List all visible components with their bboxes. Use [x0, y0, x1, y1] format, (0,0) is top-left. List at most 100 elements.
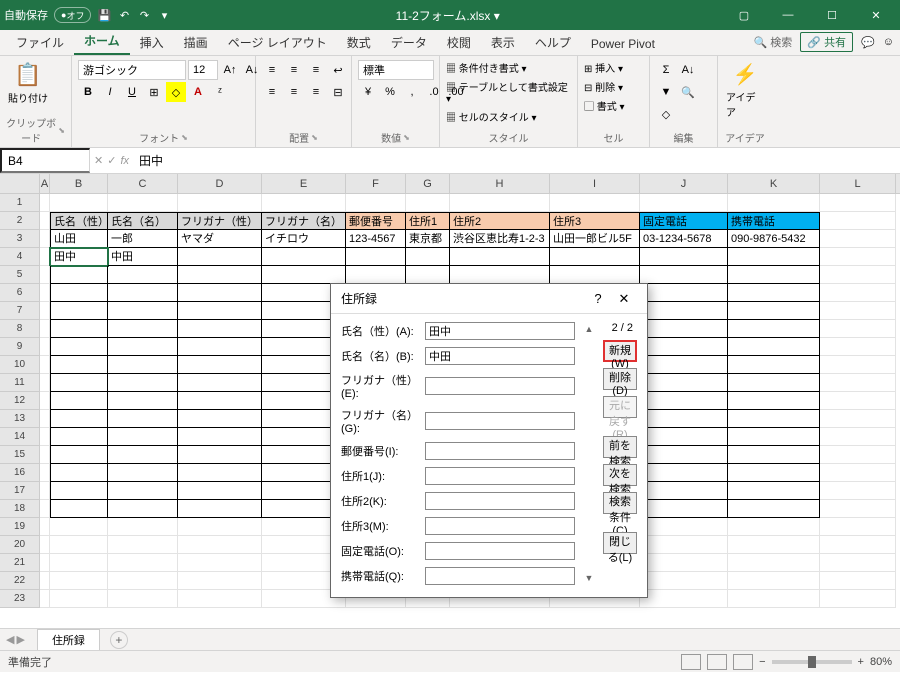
align-center-icon[interactable]: ≡ [284, 82, 304, 102]
cell[interactable] [820, 392, 896, 410]
new-record-button[interactable]: 新規(W) [603, 340, 637, 362]
cell[interactable] [820, 266, 896, 284]
cell[interactable] [262, 194, 346, 212]
tab-help[interactable]: ヘルプ [525, 30, 581, 55]
cell[interactable] [820, 482, 896, 500]
cell[interactable] [108, 482, 178, 500]
cell[interactable]: 123-4567 [346, 230, 406, 248]
cell[interactable] [40, 230, 50, 248]
field-input-addr1[interactable] [425, 467, 575, 485]
row-header[interactable]: 18 [0, 500, 40, 518]
select-all-corner[interactable] [0, 174, 40, 193]
cell[interactable] [40, 266, 50, 284]
cell[interactable] [108, 194, 178, 212]
cell[interactable] [728, 320, 820, 338]
col-header[interactable]: H [450, 174, 550, 193]
cell[interactable] [50, 500, 108, 518]
row-header[interactable]: 9 [0, 338, 40, 356]
col-header[interactable]: K [728, 174, 820, 193]
undo-icon[interactable]: ↶ [117, 8, 131, 22]
cell[interactable] [820, 320, 896, 338]
row-header[interactable]: 3 [0, 230, 40, 248]
cell[interactable] [450, 266, 550, 284]
col-header[interactable]: L [820, 174, 896, 193]
cell[interactable] [108, 320, 178, 338]
cell[interactable] [820, 194, 896, 212]
field-input-mob[interactable] [425, 567, 575, 585]
cell[interactable] [406, 248, 450, 266]
row-header[interactable]: 6 [0, 284, 40, 302]
zoom-slider[interactable] [772, 660, 852, 664]
cell[interactable]: 携帯電話 [728, 212, 820, 230]
accept-formula-icon[interactable]: ✓ [107, 154, 116, 167]
row-header[interactable]: 22 [0, 572, 40, 590]
cell[interactable] [178, 554, 262, 572]
cell[interactable] [178, 284, 262, 302]
tab-review[interactable]: 校閲 [437, 30, 481, 55]
save-icon[interactable]: 💾 [97, 8, 111, 22]
row-header[interactable]: 7 [0, 302, 40, 320]
cell[interactable] [640, 320, 728, 338]
cell[interactable] [40, 392, 50, 410]
cell[interactable]: 山田 [50, 230, 108, 248]
cell[interactable] [728, 446, 820, 464]
row-header[interactable]: 8 [0, 320, 40, 338]
fill-color-button[interactable]: ◇ [166, 82, 186, 102]
cell[interactable] [40, 302, 50, 320]
row-header[interactable]: 23 [0, 590, 40, 608]
scroll-up-icon[interactable]: ▲ [583, 322, 595, 336]
cell[interactable] [50, 284, 108, 302]
cell[interactable] [820, 536, 896, 554]
cell[interactable] [728, 464, 820, 482]
cell[interactable] [640, 374, 728, 392]
cell[interactable] [640, 248, 728, 266]
cell[interactable] [178, 500, 262, 518]
cell[interactable] [108, 374, 178, 392]
normal-view-button[interactable] [681, 654, 701, 670]
align-bottom-icon[interactable]: ≡ [306, 60, 326, 80]
field-input-tel[interactable] [425, 542, 575, 560]
cell[interactable] [108, 500, 178, 518]
cell[interactable]: 山田一郎ビル5F [550, 230, 640, 248]
cell[interactable] [50, 392, 108, 410]
cell[interactable] [40, 356, 50, 374]
cell-styles-button[interactable]: ▦ セルのスタイル ▾ [446, 109, 537, 124]
cell[interactable]: 090-9876-5432 [728, 230, 820, 248]
sort-button[interactable]: A↓ [678, 60, 698, 80]
cell[interactable]: 東京都 [406, 230, 450, 248]
row-header[interactable]: 15 [0, 446, 40, 464]
col-header[interactable]: A [40, 174, 50, 193]
redo-icon[interactable]: ↷ [137, 8, 151, 22]
cell[interactable]: ヤマダ [178, 230, 262, 248]
cell[interactable] [40, 338, 50, 356]
cell[interactable] [820, 572, 896, 590]
cell[interactable] [178, 320, 262, 338]
cell[interactable]: イチロウ [262, 230, 346, 248]
cell[interactable] [178, 518, 262, 536]
cell[interactable] [728, 194, 820, 212]
sheet-nav-prev-icon[interactable]: ◀ [6, 633, 14, 646]
row-header[interactable]: 5 [0, 266, 40, 284]
col-header[interactable]: B [50, 174, 108, 193]
cell[interactable] [346, 266, 406, 284]
cell[interactable] [820, 302, 896, 320]
align-top-icon[interactable]: ≡ [262, 60, 282, 80]
bold-button[interactable]: B [78, 82, 98, 102]
cell[interactable] [640, 284, 728, 302]
cell[interactable] [108, 410, 178, 428]
cell[interactable] [40, 590, 50, 608]
cell[interactable] [728, 590, 820, 608]
align-middle-icon[interactable]: ≡ [284, 60, 304, 80]
cell[interactable] [40, 482, 50, 500]
cell[interactable] [640, 410, 728, 428]
row-header[interactable]: 20 [0, 536, 40, 554]
cell[interactable] [640, 194, 728, 212]
cell[interactable] [108, 590, 178, 608]
minimize-button[interactable]: — [768, 0, 808, 30]
cell[interactable] [178, 464, 262, 482]
col-header[interactable]: E [262, 174, 346, 193]
zoom-out-button[interactable]: − [759, 656, 765, 668]
cell[interactable]: 氏名（性） [50, 212, 108, 230]
align-launcher[interactable]: ⬊ [311, 133, 318, 142]
cell[interactable] [820, 230, 896, 248]
